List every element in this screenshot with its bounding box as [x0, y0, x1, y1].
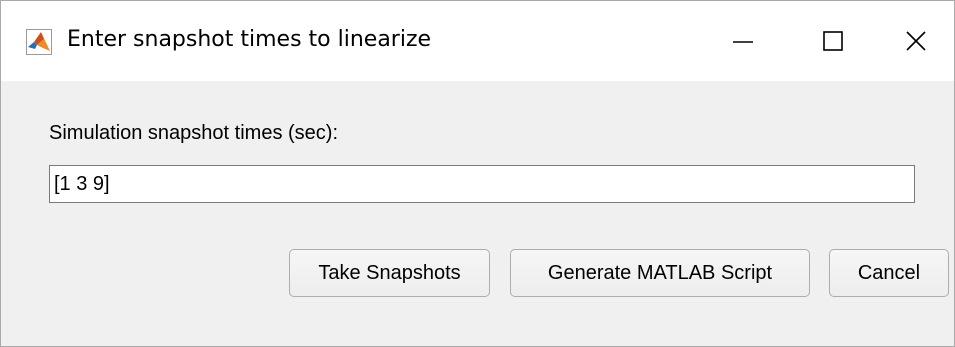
title-bar[interactable]: Enter snapshot times to linearize	[1, 1, 954, 81]
cancel-button[interactable]: Cancel	[829, 249, 949, 297]
generate-matlab-script-button[interactable]: Generate MATLAB Script	[510, 249, 810, 297]
minimize-icon	[733, 41, 753, 43]
window-title: Enter snapshot times to linearize	[67, 27, 432, 52]
close-icon	[906, 31, 926, 51]
dialog-content: Simulation snapshot times (sec): Take Sn…	[1, 81, 954, 346]
snapshot-times-label: Simulation snapshot times (sec):	[49, 122, 339, 144]
close-button[interactable]	[878, 1, 954, 81]
minimize-button[interactable]	[698, 1, 788, 81]
dialog-window: Enter snapshot times to linearize Simula…	[0, 0, 955, 347]
take-snapshots-button[interactable]: Take Snapshots	[289, 249, 490, 297]
matlab-logo-icon	[26, 29, 52, 55]
maximize-button[interactable]	[788, 1, 878, 81]
maximize-icon	[823, 31, 843, 51]
snapshot-times-input[interactable]	[49, 165, 915, 203]
